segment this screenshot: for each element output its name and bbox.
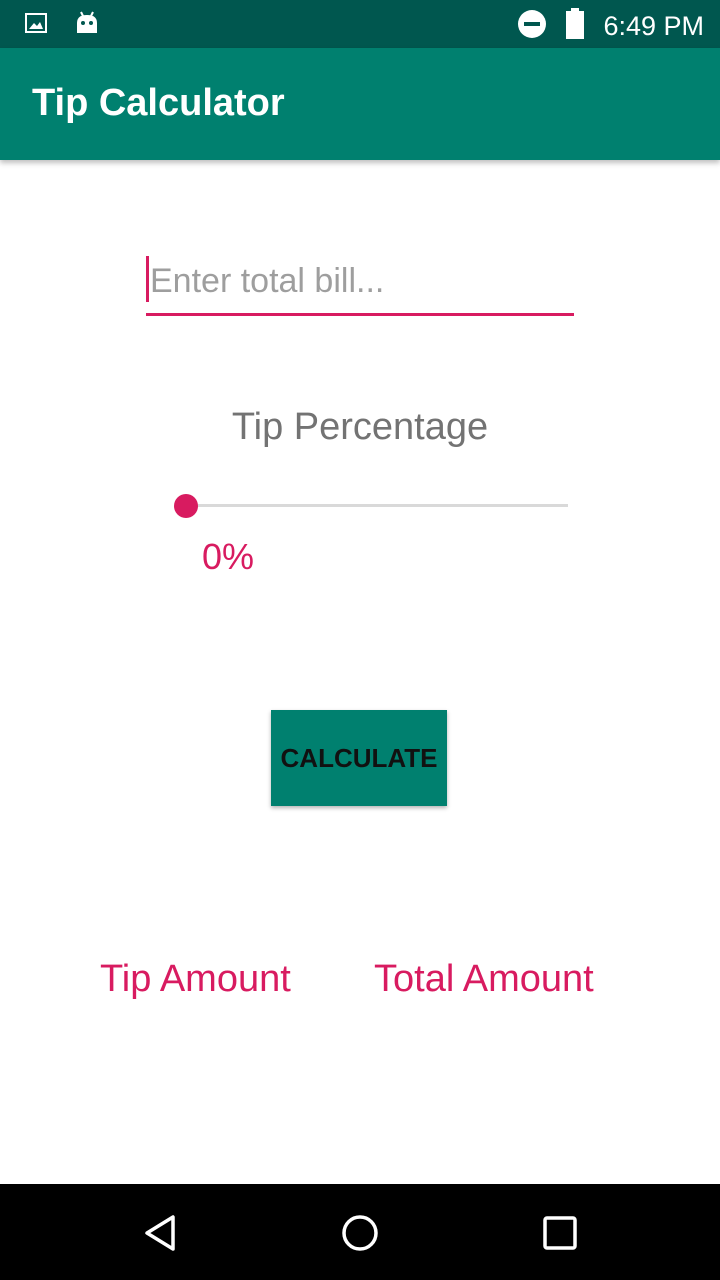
text-cursor	[146, 256, 149, 302]
bill-field[interactable]	[146, 248, 574, 316]
do-not-disturb-icon	[517, 9, 547, 44]
tip-amount-label: Tip Amount	[100, 958, 291, 1000]
tip-percent-value: 0%	[202, 536, 255, 577]
tip-percentage-label: Tip Percentage	[231, 406, 489, 448]
slider-thumb[interactable]	[174, 494, 198, 518]
battery-icon	[565, 8, 585, 45]
total-amount-label: Total Amount	[374, 958, 594, 1000]
navigation-bar	[0, 1184, 720, 1280]
tip-slider[interactable]	[172, 488, 572, 524]
recents-icon[interactable]	[535, 1208, 585, 1258]
slider-track[interactable]	[186, 504, 568, 507]
image-icon	[24, 11, 48, 40]
back-icon[interactable]	[136, 1208, 186, 1258]
app-title: Tip Calculator	[32, 82, 285, 124]
app-bar: Tip Calculator	[0, 48, 720, 160]
bill-input[interactable]	[150, 258, 570, 304]
status-time: 6:49 PM	[603, 11, 704, 41]
home-icon[interactable]	[335, 1208, 385, 1258]
android-icon	[74, 10, 100, 41]
calculate-button[interactable]: CALCULATE	[271, 710, 447, 806]
status-bar: 6:49 PM	[0, 0, 720, 48]
